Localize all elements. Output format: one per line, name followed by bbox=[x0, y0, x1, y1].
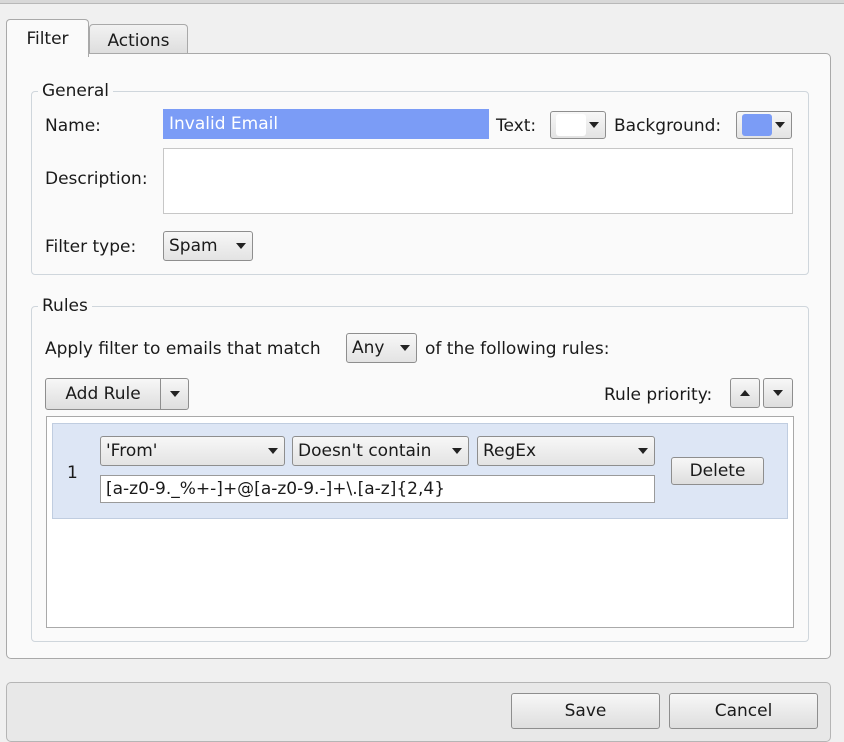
chevron-down-icon bbox=[268, 448, 278, 454]
add-rule-button[interactable]: Add Rule bbox=[45, 378, 161, 410]
description-field[interactable] bbox=[163, 148, 793, 214]
filter-type-label: Filter type: bbox=[45, 237, 137, 257]
chevron-down-icon bbox=[236, 243, 246, 249]
apply-filter-prefix: Apply filter to emails that match bbox=[45, 339, 321, 359]
rule-row[interactable]: 1 'From' Doesn't contain RegEx [a-z0-9._… bbox=[52, 423, 788, 519]
filter-panel: General Name: Invalid Email Text: Backgr… bbox=[6, 53, 831, 659]
window-top-border bbox=[0, 0, 844, 4]
chevron-down-icon bbox=[169, 391, 180, 397]
rules-group-title: Rules bbox=[38, 295, 92, 317]
chevron-down-icon bbox=[400, 345, 410, 351]
text-color-picker[interactable] bbox=[550, 111, 606, 139]
background-color-picker[interactable] bbox=[736, 111, 792, 139]
save-button-label: Save bbox=[564, 701, 607, 721]
tab-filter-label: Filter bbox=[26, 28, 69, 49]
match-mode-select[interactable]: Any bbox=[346, 333, 417, 363]
text-color-swatch bbox=[556, 114, 586, 136]
background-color-swatch bbox=[742, 114, 772, 136]
arrow-up-icon bbox=[740, 390, 750, 396]
chevron-down-icon bbox=[589, 122, 599, 128]
rules-list: 1 'From' Doesn't contain RegEx [a-z0-9._… bbox=[46, 416, 794, 628]
rule-condition-select[interactable]: Doesn't contain bbox=[292, 436, 469, 466]
chevron-down-icon bbox=[638, 448, 648, 454]
general-group-title: General bbox=[38, 80, 113, 102]
description-label: Description: bbox=[45, 169, 148, 189]
rule-match-type-select[interactable]: RegEx bbox=[477, 436, 655, 466]
priority-up-button[interactable] bbox=[730, 378, 760, 408]
chevron-down-icon bbox=[452, 448, 462, 454]
background-color-label: Background: bbox=[614, 116, 722, 136]
cancel-button-label: Cancel bbox=[714, 701, 773, 721]
rule-pattern-input[interactable]: [a-z0-9._%+-]+@[a-z0-9.-]+\.[a-z]{2,4} bbox=[100, 475, 655, 503]
dialog-footer: Save Cancel bbox=[6, 682, 831, 742]
filter-type-value: Spam bbox=[169, 236, 218, 256]
rule-number: 1 bbox=[67, 463, 78, 483]
add-rule-label: Add Rule bbox=[65, 384, 141, 404]
rule-pattern-value: [a-z0-9._%+-]+@[a-z0-9.-]+\.[a-z]{2,4} bbox=[106, 479, 446, 499]
rules-group: Rules Apply filter to emails that match … bbox=[31, 295, 809, 642]
match-mode-value: Any bbox=[352, 338, 385, 358]
rule-field-select[interactable]: 'From' bbox=[100, 436, 285, 466]
general-group: General Name: Invalid Email Text: Backgr… bbox=[31, 80, 809, 275]
cancel-button[interactable]: Cancel bbox=[669, 693, 818, 729]
rule-priority-label: Rule priority: bbox=[604, 385, 713, 405]
name-field[interactable]: Invalid Email bbox=[163, 109, 489, 139]
rule-field-value: 'From' bbox=[106, 441, 158, 461]
tab-filter[interactable]: Filter bbox=[6, 19, 89, 57]
save-button[interactable]: Save bbox=[511, 693, 660, 729]
name-field-value: Invalid Email bbox=[169, 114, 279, 134]
rule-match-type-value: RegEx bbox=[483, 441, 537, 461]
delete-rule-button[interactable]: Delete bbox=[671, 457, 764, 485]
delete-rule-label: Delete bbox=[689, 461, 746, 481]
rule-condition-value: Doesn't contain bbox=[298, 441, 432, 461]
tab-actions[interactable]: Actions bbox=[89, 24, 188, 56]
add-rule-dropdown-button[interactable] bbox=[160, 378, 189, 410]
text-color-label: Text: bbox=[496, 116, 537, 136]
apply-filter-suffix: of the following rules: bbox=[425, 339, 610, 359]
priority-down-button[interactable] bbox=[763, 378, 793, 408]
chevron-down-icon bbox=[775, 122, 785, 128]
tab-actions-label: Actions bbox=[107, 30, 170, 51]
arrow-down-icon bbox=[773, 390, 783, 396]
filter-type-select[interactable]: Spam bbox=[163, 231, 253, 261]
name-label: Name: bbox=[45, 116, 101, 136]
